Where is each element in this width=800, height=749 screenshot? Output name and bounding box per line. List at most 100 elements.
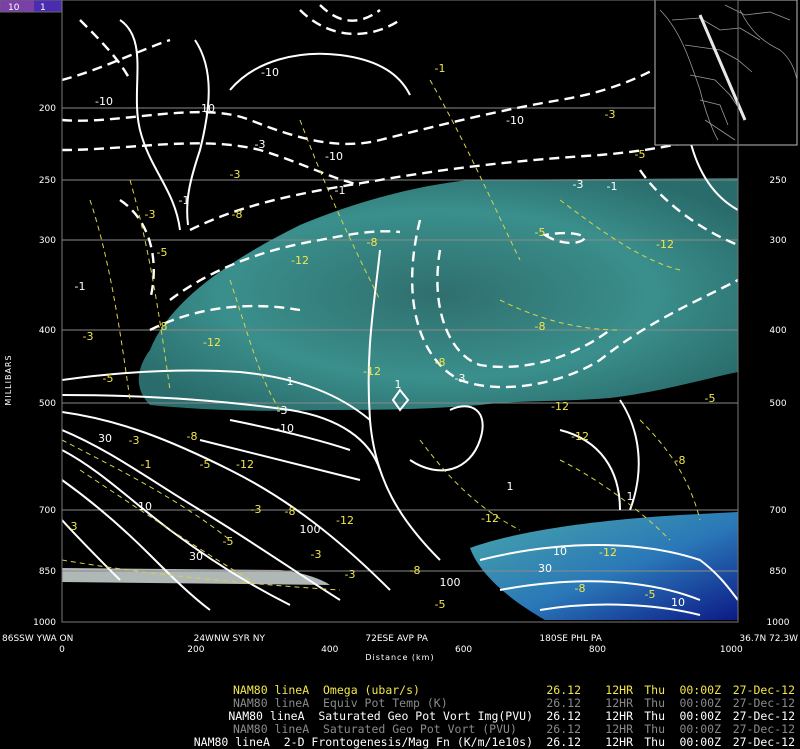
omega-contour-label: -8 [575,582,586,595]
omega-contour-label: -12 [236,458,254,471]
vorticity-contour-label: 30 [189,550,203,563]
y-tick-label: 1000 [767,618,790,628]
vorticity-contour-label: -3 [573,178,584,191]
omega-contour-label: -5 [645,588,656,601]
y-tick-label: 700 [39,506,56,516]
legend-fcst: 12HR [605,735,633,749]
y-tick-label: 700 [769,506,786,516]
legend-day: Thu [644,735,665,749]
y-tick-label: 850 [769,567,786,577]
y-axis-title: MILLIBARS [4,354,13,405]
cross-section-plot: 101.1.1110 [0,0,798,662]
omega-contour-label: -8 [535,320,546,333]
omega-contour-label: -1 [141,458,152,471]
station-labels: 86SSW YWA ON 24WNW SYR NY 72ESE AVP PA 180S… [2,634,798,644]
vorticity-contour-label: -10 [276,422,294,435]
y-tick-label: 250 [39,176,56,186]
vorticity-contour-label: -1 [75,280,86,293]
legend-date: 27-Dec-12 [732,735,795,749]
y-axis-right: 2002503004005007008501000 [767,104,790,628]
station-label: 72ESE AVP PA [365,634,428,644]
y-tick-label: 300 [769,236,786,246]
vorticity-contour-label: 10 [553,545,567,558]
legend-value: 26.12 [546,735,581,749]
y-tick-label: 850 [39,567,56,577]
omega-contour-label: -3 [67,520,78,533]
vorticity-contour-label: -3 [455,372,466,385]
vorticity-contour-label: 1 [395,378,402,391]
colorbar-label: 1 [40,3,46,13]
y-tick-label: 500 [769,399,786,409]
x-tick-label: 400 [321,645,338,655]
vorticity-contour-label: 30 [538,562,552,575]
omega-contour-label: -8 [285,505,296,518]
omega-contour-label: -3 [129,434,140,447]
omega-contour-label: -12 [291,254,309,267]
y-tick-label: 400 [769,326,786,336]
omega-contour-label: -12 [481,512,499,525]
x-tick-label: 600 [455,645,472,655]
omega-contour-label: -12 [203,336,221,349]
omega-contour-label: -8 [232,208,243,221]
vorticity-contour-label: 100 [300,523,321,536]
omega-contour-label: -8 [157,320,168,333]
omega-contour-label: -5 [223,535,234,548]
y-tick-label: 250 [769,176,786,186]
omega-contour-label: -3 [230,168,241,181]
omega-contour-label: -3 [145,208,156,221]
vorticity-contour-label: 10 [671,596,685,609]
vorticity-contour-label: -3 [277,404,288,417]
vorticity-contour-label: 1 [287,375,294,388]
omega-contour-label: -3 [311,548,322,561]
y-tick-label: 400 [39,326,56,336]
x-tick-label: 200 [187,645,204,655]
vorticity-contour-label: 100 [440,576,461,589]
colorbar-label: 10 [8,3,20,13]
y-tick-label: 300 [39,236,56,246]
omega-contour-label: -5 [157,246,168,259]
omega-contour-label: -8 [435,356,446,369]
y-tick-label: 200 [39,104,56,114]
vorticity-contour-label: -10 [506,114,524,127]
omega-contour-label: -1 [435,62,446,75]
x-tick-label: 800 [589,645,606,655]
vorticity-contour-label: 10 [201,102,215,115]
station-label: 36.7N 72.3W [739,634,798,644]
legend-time: 00:00Z [679,735,721,749]
legend-name: NAM80 lineA 2-D Frontogenesis/Mag Fn (K/… [193,735,533,749]
vorticity-contour-label: 1 [627,490,634,503]
omega-contour-label: -5 [705,392,716,405]
x-tick-label: 0 [59,645,65,655]
station-label: 86SSW YWA ON [2,634,73,644]
inset-map [654,0,798,146]
vorticity-contour-label: 30 [98,432,112,445]
omega-contour-label: -12 [363,365,381,378]
omega-contour-label: -8 [675,454,686,467]
vorticity-contour-label: -1 [335,184,346,197]
omega-contour-label: -8 [187,430,198,443]
vorticity-contour-label: 10 [138,500,152,513]
omega-contour-label: -12 [571,430,589,443]
vorticity-contour-label: -1 [607,180,618,193]
station-label: 24WNW SYR NY [194,634,266,644]
omega-contour-label: -12 [336,514,354,527]
legend-row: NAM80 lineA 2-D Frontogenesis/Mag Fn (K/… [150,736,795,749]
vorticity-contour-label: -1 [179,194,190,207]
y-axis-left: 200 250 300 400 500 700 850 1000 [33,104,56,628]
vorticity-contour-label: -3 [255,138,266,151]
omega-contour-label: -3 [251,503,262,516]
omega-contour-label: -12 [599,546,617,559]
omega-contour-label: -5 [635,148,646,161]
omega-contour-label: -8 [367,236,378,249]
station-label: 180SE PHL PA [539,634,602,644]
vorticity-contour-label: 1 [507,480,514,493]
omega-contour-label: -5 [103,372,114,385]
vorticity-contour-label: -10 [325,150,343,163]
y-tick-label: 500 [39,399,56,409]
omega-contour-label: -5 [200,458,211,471]
x-axis-title: Distance (km) [365,653,434,662]
omega-contour-label: -3 [345,568,356,581]
vorticity-contour-label: -10 [95,95,113,108]
vorticity-contour-label: -10 [261,66,279,79]
omega-contour-label: -5 [535,226,546,239]
